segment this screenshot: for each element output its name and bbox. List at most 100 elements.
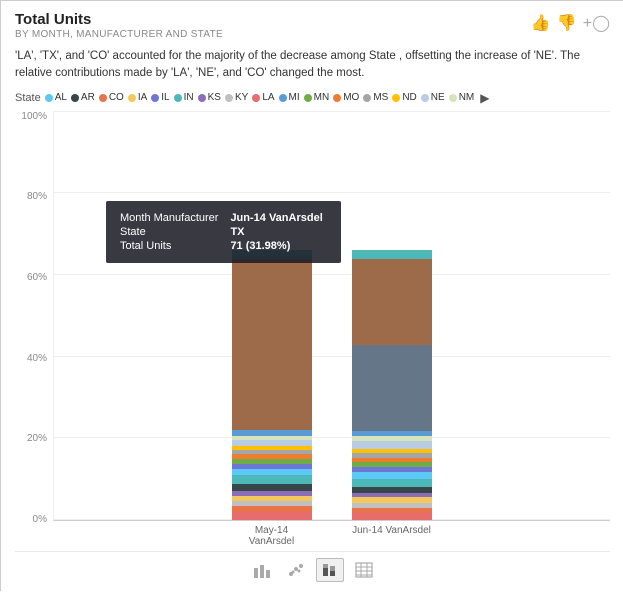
y-label-60: 60% bbox=[27, 272, 47, 283]
subtitle: BY MONTH, MANUFACTURER AND STATE bbox=[15, 29, 223, 40]
legend-text-ky: KY bbox=[235, 92, 248, 103]
table-icon[interactable] bbox=[350, 558, 378, 582]
legend-text-in: IN bbox=[184, 92, 194, 103]
dot-al bbox=[45, 94, 53, 102]
dot-ar bbox=[71, 94, 79, 102]
dot-nm bbox=[449, 94, 457, 102]
add-icon[interactable]: +◯ bbox=[583, 13, 610, 33]
legend-item-ne: NE bbox=[421, 92, 445, 103]
legend-text-mn: MN bbox=[314, 92, 330, 103]
legend-item-ky: KY bbox=[225, 92, 248, 103]
legend-item-co: CO bbox=[99, 92, 124, 103]
y-axis: 100% 80% 60% 40% 20% 0% bbox=[15, 111, 53, 548]
bar-group-jun bbox=[352, 250, 432, 520]
bar-jun[interactable] bbox=[352, 250, 432, 520]
y-label-0: 0% bbox=[33, 514, 47, 525]
grid-100 bbox=[54, 111, 610, 112]
seg-jun-7 bbox=[352, 479, 432, 487]
seg-may-teal-top bbox=[232, 250, 312, 259]
thumbs-down-icon[interactable]: 👎 bbox=[557, 13, 577, 33]
scatter-icon[interactable] bbox=[282, 558, 310, 582]
seg-jun-top bbox=[352, 259, 432, 345]
bar-may[interactable] bbox=[232, 250, 312, 520]
tooltip-state-label: State bbox=[120, 225, 222, 239]
seg-may-7 bbox=[232, 475, 312, 484]
legend-text-ne: NE bbox=[431, 92, 445, 103]
legend-item-il: IL bbox=[151, 92, 169, 103]
y-label-20: 20% bbox=[27, 433, 47, 444]
legend-item-ms: MS bbox=[363, 92, 388, 103]
grid-0 bbox=[54, 519, 610, 520]
legend-item-la: LA bbox=[252, 92, 274, 103]
legend-text-al: AL bbox=[55, 92, 67, 103]
seg-may-6 bbox=[232, 484, 312, 491]
dot-ks bbox=[198, 94, 206, 102]
y-label-100: 100% bbox=[21, 111, 47, 122]
legend-item-ia: IA bbox=[128, 92, 147, 103]
tooltip-units-label: Total Units bbox=[120, 239, 222, 253]
dot-ky bbox=[225, 94, 233, 102]
y-label-80: 80% bbox=[27, 191, 47, 202]
legend-text-ms: MS bbox=[373, 92, 388, 103]
legend-text-il: IL bbox=[161, 92, 169, 103]
dot-mn bbox=[304, 94, 312, 102]
dot-ms bbox=[363, 94, 371, 102]
legend-text-co: CO bbox=[109, 92, 124, 103]
legend-item-mn: MN bbox=[304, 92, 330, 103]
legend-text-mi: MI bbox=[289, 92, 300, 103]
legend-row: State AL AR CO IA IL IN KS bbox=[15, 91, 610, 105]
insight-text: 'LA', 'TX', and 'CO' accounted for the m… bbox=[15, 48, 610, 83]
chart-inner: Month Manufacturer Jun-14 VanArsdel Stat… bbox=[53, 111, 610, 548]
legend-item-mi: MI bbox=[279, 92, 300, 103]
tooltip-month-label: Month Manufacturer bbox=[120, 211, 222, 225]
legend-scroll-right[interactable]: ▶ bbox=[480, 91, 489, 105]
grid-lines bbox=[54, 111, 610, 521]
dot-ia bbox=[128, 94, 136, 102]
legend-text-ia: IA bbox=[138, 92, 147, 103]
seg-jun-8 bbox=[352, 472, 432, 479]
bars-container: Month Manufacturer Jun-14 VanArsdel Stat… bbox=[53, 111, 610, 522]
legend-item-in: IN bbox=[174, 92, 194, 103]
grid-40 bbox=[54, 356, 610, 357]
header-icons: 👍 👎 +◯ bbox=[531, 13, 610, 33]
legend-item-nd: ND bbox=[392, 92, 416, 103]
grid-80 bbox=[54, 192, 610, 193]
tooltip-month-value: Jun-14 VanArsdel bbox=[222, 211, 326, 225]
seg-jun-1 bbox=[352, 513, 432, 520]
dot-il bbox=[151, 94, 159, 102]
dot-co bbox=[99, 94, 107, 102]
bottom-toolbar bbox=[15, 551, 610, 584]
grid-60 bbox=[54, 274, 610, 275]
dot-mi bbox=[279, 94, 287, 102]
x-axis-labels: May-14 VanArsdel Jun-14 VanArsdel bbox=[53, 525, 610, 547]
stacked-bar-icon[interactable] bbox=[316, 558, 344, 582]
legend-text-ks: KS bbox=[208, 92, 221, 103]
grid-20 bbox=[54, 437, 610, 438]
legend-item-ks: KS bbox=[198, 92, 221, 103]
main-container: Total Units BY MONTH, MANUFACTURER AND S… bbox=[1, 1, 623, 592]
legend-item-nm: NM bbox=[449, 92, 475, 103]
seg-may-top bbox=[232, 259, 312, 430]
legend-item-mo: MO bbox=[333, 92, 359, 103]
dot-ne bbox=[421, 94, 429, 102]
y-label-40: 40% bbox=[27, 353, 47, 364]
dot-mo bbox=[333, 94, 341, 102]
bar-chart-icon[interactable] bbox=[248, 558, 276, 582]
x-label-jun: Jun-14 VanArsdel bbox=[352, 525, 432, 547]
seg-jun-tx bbox=[352, 345, 432, 431]
tooltip-state-value: TX bbox=[222, 225, 326, 239]
header-row: Total Units BY MONTH, MANUFACTURER AND S… bbox=[15, 11, 610, 40]
dot-la bbox=[252, 94, 260, 102]
chart-area: 100% 80% 60% 40% 20% 0% bbox=[15, 111, 610, 548]
legend-text-nd: ND bbox=[402, 92, 416, 103]
bar-group-may bbox=[232, 250, 312, 520]
dot-in bbox=[174, 94, 182, 102]
seg-jun-14 bbox=[352, 441, 432, 449]
title-block: Total Units BY MONTH, MANUFACTURER AND S… bbox=[15, 11, 223, 40]
legend-text-nm: NM bbox=[459, 92, 475, 103]
thumbs-up-icon[interactable]: 👍 bbox=[531, 13, 551, 33]
legend-item-al: AL bbox=[45, 92, 67, 103]
seg-may-1 bbox=[232, 512, 312, 520]
main-title: Total Units bbox=[15, 11, 223, 28]
legend-text-mo: MO bbox=[343, 92, 359, 103]
